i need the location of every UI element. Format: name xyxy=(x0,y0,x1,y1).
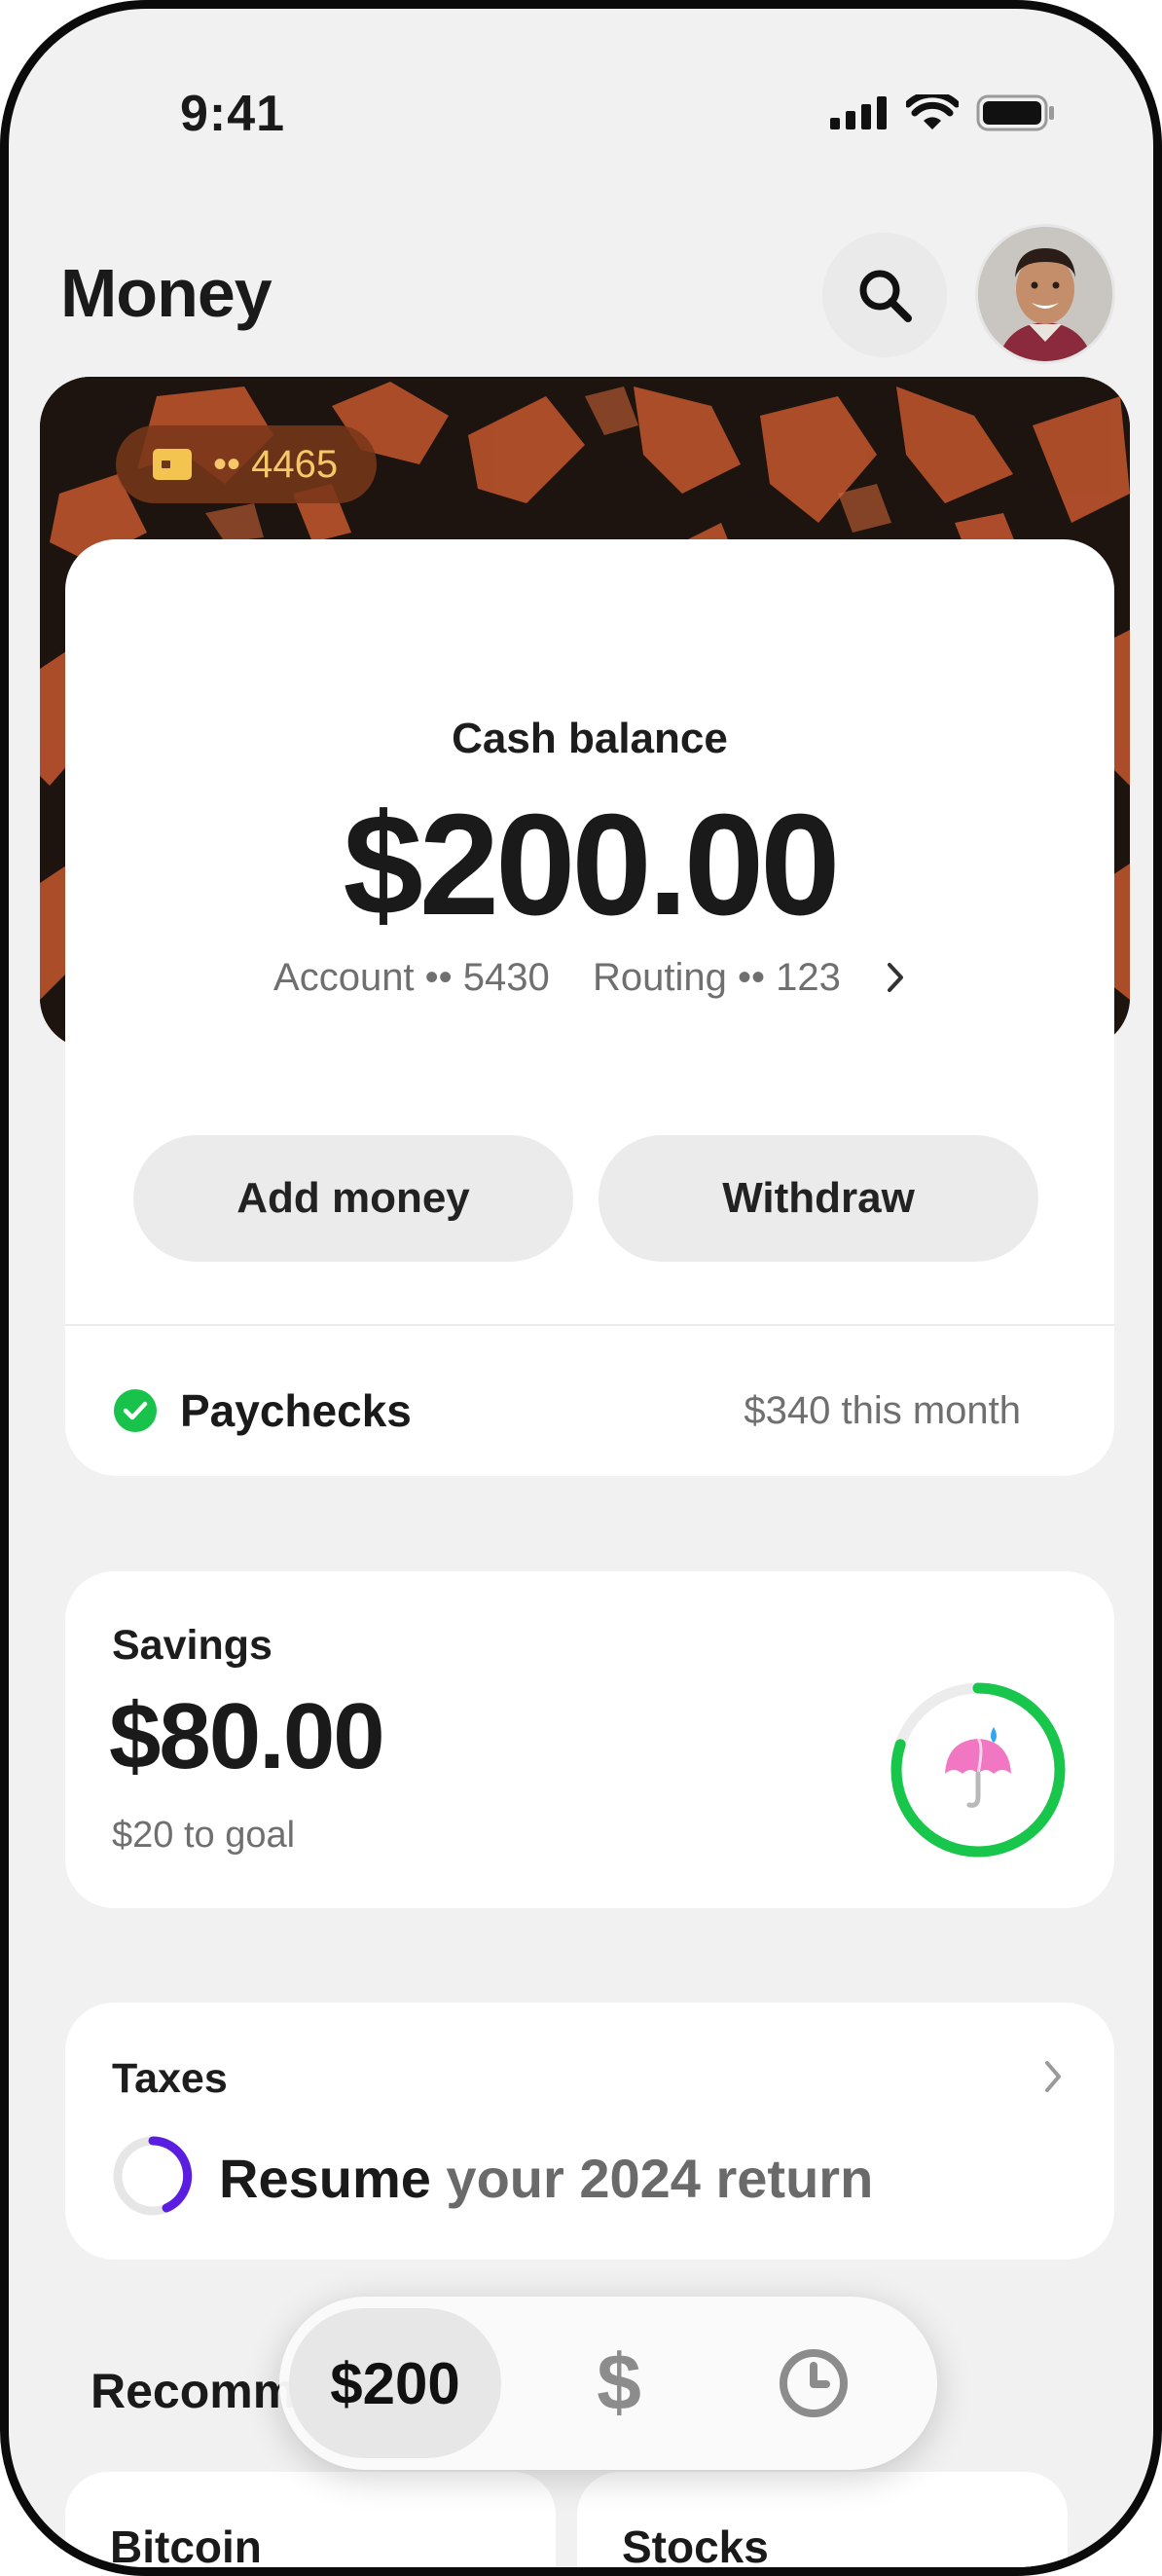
savings-card[interactable]: Savings $80.00 $20 to goal xyxy=(65,1571,1114,1908)
search-button[interactable] xyxy=(822,233,947,357)
paychecks-row[interactable]: Paychecks $340 this month xyxy=(114,1377,1021,1445)
stocks-tile-label: Stocks xyxy=(622,2521,769,2572)
paychecks-label: Paychecks xyxy=(180,1385,412,1436)
card-number-chip[interactable]: •• 4465 xyxy=(116,425,378,503)
status-time: 9:41 xyxy=(180,86,286,142)
dollar-icon: $ xyxy=(597,2338,641,2427)
savings-goal-text: $20 to goal xyxy=(112,1815,296,1856)
add-money-button[interactable]: Add money xyxy=(133,1135,573,1262)
divider xyxy=(65,1324,1114,1326)
taxes-cta-rest: your 2024 return xyxy=(430,2148,874,2209)
bitcoin-tile[interactable]: Bitcoin xyxy=(65,2472,556,2572)
routing-number: Routing •• 123 xyxy=(593,956,841,999)
tab-money-balance[interactable]: $200 xyxy=(289,2308,501,2458)
taxes-label: Taxes xyxy=(112,2055,228,2102)
cash-balance-label: Cash balance xyxy=(452,715,728,762)
check-circle-icon xyxy=(114,1389,157,1432)
cash-balance-amount: $200.00 xyxy=(343,785,841,945)
withdraw-button[interactable]: Withdraw xyxy=(599,1135,1038,1262)
taxes-cta-strong: Resume xyxy=(219,2148,431,2209)
bottom-tab-bar: $200 $ xyxy=(279,2297,937,2470)
taxes-progress-ring xyxy=(113,2136,193,2216)
taxes-cta: Resume your 2024 return xyxy=(219,2147,873,2210)
account-number: Account •• 5430 xyxy=(273,956,550,999)
savings-progress-ring xyxy=(890,1682,1066,1858)
tab-activity[interactable] xyxy=(760,2330,867,2437)
battery-icon xyxy=(976,94,1054,131)
profile-avatar[interactable] xyxy=(978,227,1112,361)
page-title: Money xyxy=(60,255,272,331)
status-icons xyxy=(830,94,1056,131)
cellular-signal-icon xyxy=(830,96,887,129)
savings-label: Savings xyxy=(112,1622,272,1669)
chevron-right-icon xyxy=(887,963,903,992)
stocks-tile[interactable]: Stocks xyxy=(577,2472,1068,2572)
account-routing-row[interactable]: Account •• 5430 Routing •• 123 xyxy=(65,956,1114,1000)
clock-icon xyxy=(780,2349,848,2417)
card-icon xyxy=(153,449,192,480)
savings-amount: $80.00 xyxy=(109,1684,385,1788)
phone-frame: 9:41 Money •• 4465 Cash balance $200.00 … xyxy=(0,0,1162,2576)
bitcoin-tile-label: Bitcoin xyxy=(110,2521,262,2572)
wifi-icon xyxy=(906,94,959,129)
tab-pay[interactable]: $ xyxy=(565,2326,672,2441)
taxes-card[interactable]: Taxes Resume your 2024 return xyxy=(65,2003,1114,2260)
search-icon xyxy=(859,270,912,322)
cash-balance-panel: Cash balance $200.00 Account •• 5430 Rou… xyxy=(65,539,1114,1476)
card-last4: •• 4465 xyxy=(213,442,339,486)
umbrella-icon xyxy=(945,1727,1011,1808)
recommended-heading: Recomm xyxy=(91,2364,297,2418)
paychecks-amount: $340 this month xyxy=(744,1388,1021,1432)
avatar-photo xyxy=(978,227,1112,361)
chevron-right-icon xyxy=(1045,2061,1061,2092)
